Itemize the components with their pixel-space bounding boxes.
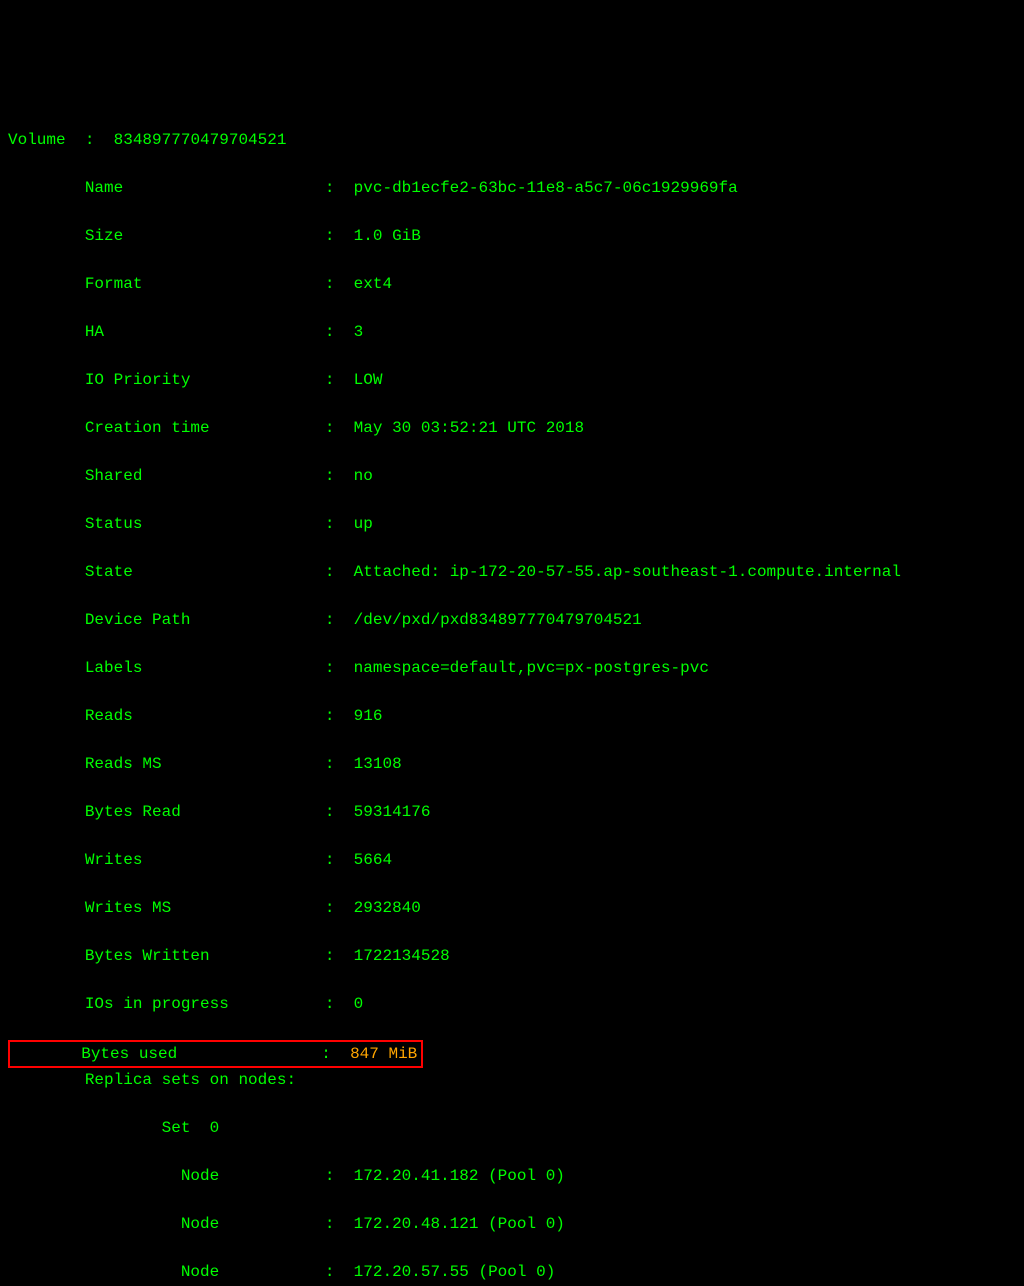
field-format: Format : ext4	[8, 272, 1016, 296]
field-node2: Node : 172.20.48.121 (Pool 0)	[8, 1212, 1016, 1236]
field-replica: Replica sets on nodes:	[8, 1068, 1016, 1092]
field-state: State : Attached: ip-172-20-57-55.ap-sou…	[8, 560, 1016, 584]
field-node3: Node : 172.20.57.55 (Pool 0)	[8, 1260, 1016, 1284]
field-byteswritten: Bytes Written : 1722134528	[8, 944, 1016, 968]
field-writes: Writes : 5664	[8, 848, 1016, 872]
field-status: Status : up	[8, 512, 1016, 536]
field-ios: IOs in progress : 0	[8, 992, 1016, 1016]
field-ha: HA : 3	[8, 320, 1016, 344]
field-device: Device Path : /dev/pxd/pxd83489777047970…	[8, 608, 1016, 632]
field-name: Name : pvc-db1ecfe2-63bc-11e8-a5c7-06c19…	[8, 176, 1016, 200]
field-node1: Node : 172.20.41.182 (Pool 0)	[8, 1164, 1016, 1188]
field-set: Set 0	[8, 1116, 1016, 1140]
terminal-output[interactable]: Volume : 834897770479704521 Name : pvc-d…	[8, 104, 1016, 731]
field-iopriority: IO Priority : LOW	[8, 368, 1016, 392]
volume-header: Volume : 834897770479704521	[8, 128, 1016, 152]
field-bytesused-highlighted: Bytes used : 847 MiB	[8, 1040, 423, 1068]
field-bytesread: Bytes Read : 59314176	[8, 800, 1016, 824]
field-labels: Labels : namespace=default,pvc=px-postgr…	[8, 656, 1016, 680]
field-readsms: Reads MS : 13108	[8, 752, 1016, 776]
field-size: Size : 1.0 GiB	[8, 224, 1016, 248]
field-shared: Shared : no	[8, 464, 1016, 488]
field-reads: Reads : 916	[8, 704, 1016, 728]
field-writesms: Writes MS : 2932840	[8, 896, 1016, 920]
field-creation: Creation time : May 30 03:52:21 UTC 2018	[8, 416, 1016, 440]
